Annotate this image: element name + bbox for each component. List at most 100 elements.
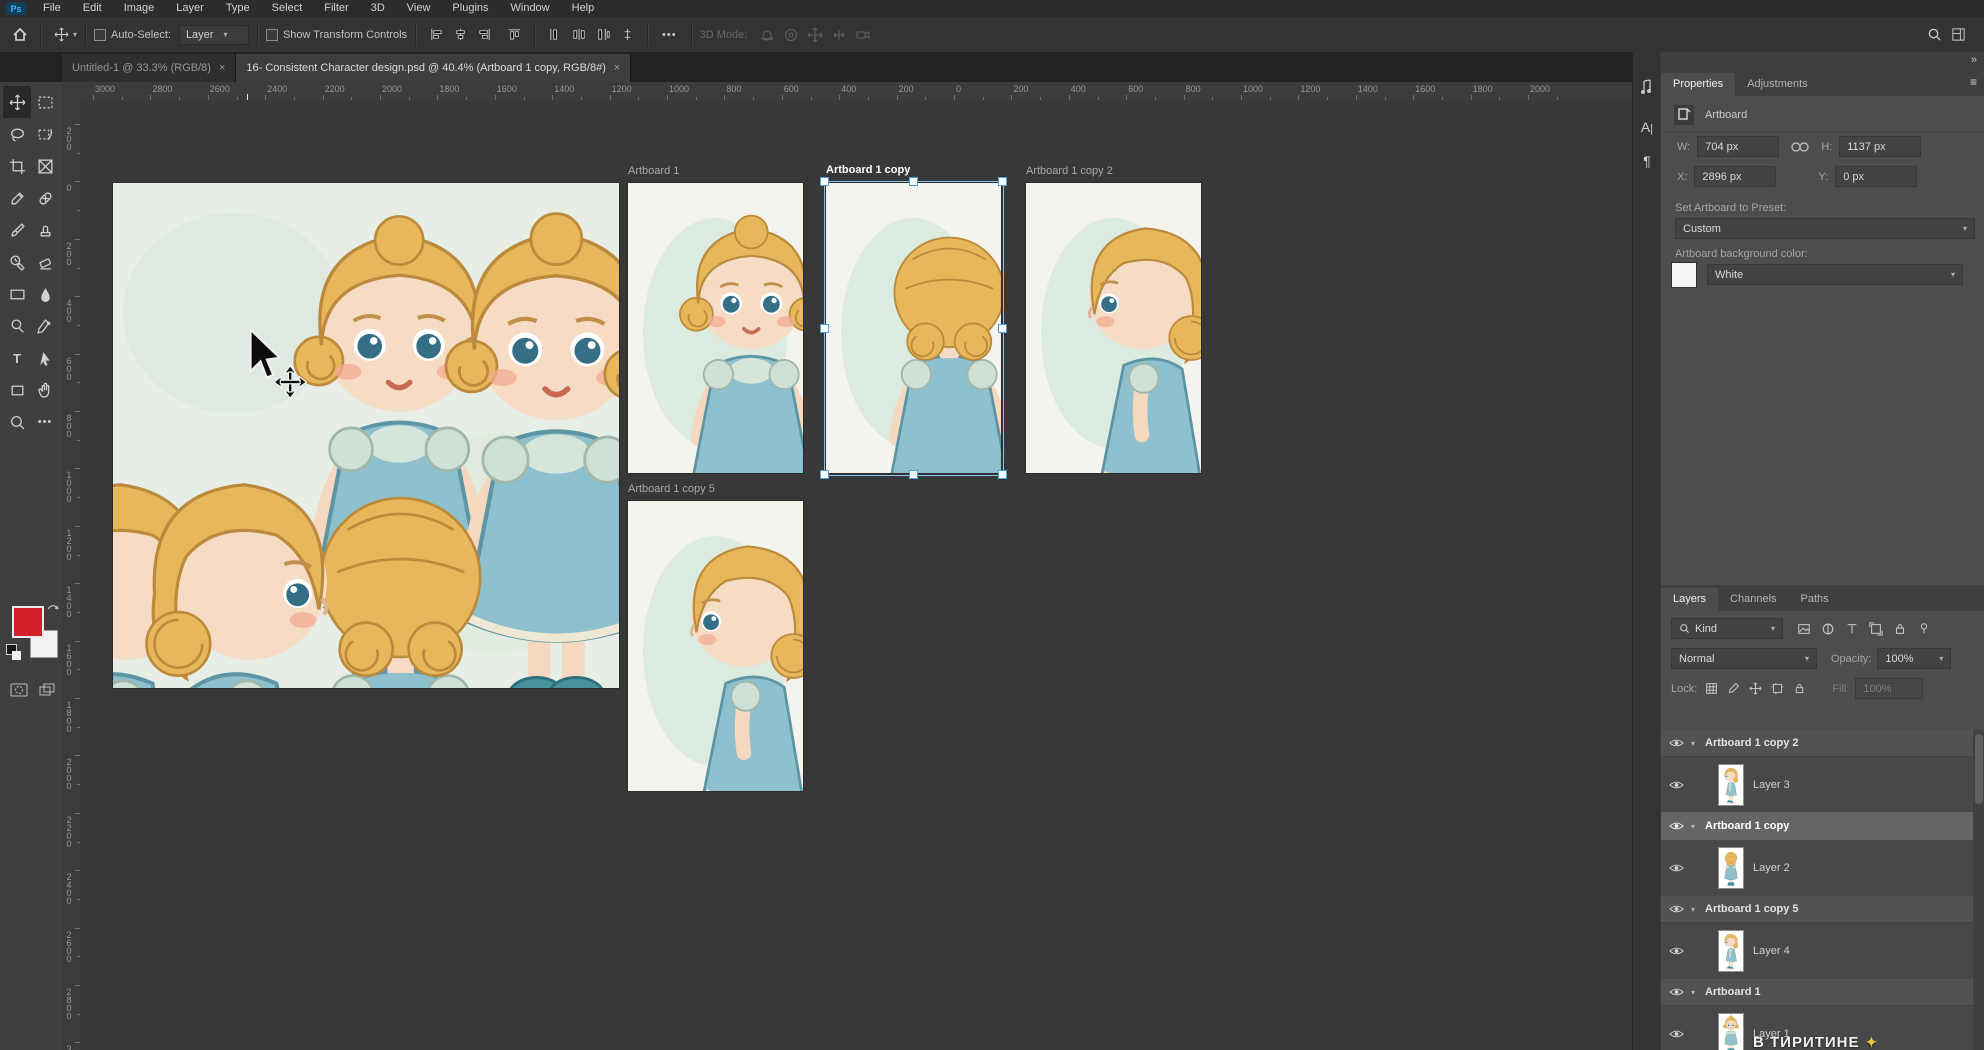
- scrollbar-thumb[interactable]: [1975, 734, 1983, 804]
- selection-handle[interactable]: [820, 470, 829, 479]
- selection-handle[interactable]: [909, 177, 918, 186]
- history-brush-tool[interactable]: [3, 246, 31, 278]
- filter-shape-layers-icon[interactable]: [1869, 622, 1883, 636]
- preset-dropdown[interactable]: Custom▾: [1675, 218, 1975, 239]
- dodge-tool[interactable]: [3, 310, 31, 342]
- filter-type-layers-icon[interactable]: [1845, 622, 1859, 636]
- artboard-label[interactable]: Artboard 1: [628, 165, 679, 177]
- menu-image[interactable]: Image: [113, 0, 166, 17]
- menu-window[interactable]: Window: [500, 0, 561, 17]
- selection-handle[interactable]: [820, 324, 829, 333]
- menu-help[interactable]: Help: [561, 0, 606, 17]
- layers-scrollbar[interactable]: [1973, 730, 1984, 1050]
- height-field[interactable]: 1137 px: [1839, 136, 1921, 157]
- character-panel-icon[interactable]: A|: [1633, 114, 1661, 140]
- layer-row-artboard-1-copy-2[interactable]: ▾ Artboard 1 copy 2: [1661, 730, 1973, 757]
- menu-plugins[interactable]: Plugins: [441, 0, 499, 17]
- visibility-eye-icon[interactable]: [1661, 946, 1691, 956]
- gradient-tool[interactable]: [3, 278, 31, 310]
- panel-menu-icon[interactable]: ≡: [1970, 77, 1977, 87]
- document-tab-character-design[interactable]: 16- Consistent Character design.psd @ 40…: [236, 54, 631, 82]
- layer-row-artboard-1-copy-selected[interactable]: ▾ Artboard 1 copy: [1661, 812, 1973, 840]
- filter-smart-objects-icon[interactable]: [1893, 622, 1907, 636]
- menu-select[interactable]: Select: [261, 0, 314, 17]
- align-left-edges-icon[interactable]: [424, 23, 448, 47]
- rectangle-tool[interactable]: [3, 374, 31, 406]
- layer-row-layer-2[interactable]: Layer 2: [1661, 840, 1973, 895]
- menu-view[interactable]: View: [396, 0, 442, 17]
- lock-transparent-icon[interactable]: [1705, 682, 1718, 695]
- hand-tool[interactable]: [31, 374, 59, 406]
- healing-brush-tool[interactable]: [31, 182, 59, 214]
- group-chevron-icon[interactable]: ▾: [1691, 822, 1695, 831]
- opacity-field[interactable]: 100%▾: [1877, 648, 1951, 669]
- pen-tool[interactable]: [31, 310, 59, 342]
- distribute-top-edges-icon[interactable]: [543, 23, 567, 47]
- lock-image-icon[interactable]: [1727, 682, 1740, 695]
- marquee-tool[interactable]: [31, 86, 59, 118]
- distribute-bottom-edges-icon[interactable]: [591, 23, 615, 47]
- selection-handle[interactable]: [820, 177, 829, 186]
- filter-pixel-layers-icon[interactable]: [1797, 622, 1811, 636]
- path-selection-tool[interactable]: [31, 342, 59, 374]
- menu-filter[interactable]: Filter: [313, 0, 359, 17]
- auto-select-checkbox[interactable]: [94, 29, 106, 41]
- paragraph-panel-icon[interactable]: ¶: [1633, 148, 1661, 174]
- layer-row-layer-3[interactable]: Layer 3: [1661, 757, 1973, 812]
- selection-handle[interactable]: [909, 470, 918, 479]
- crop-tool[interactable]: [3, 150, 31, 182]
- artboard-label[interactable]: Artboard 1 copy 5: [628, 483, 715, 495]
- foreground-color-swatch[interactable]: [12, 606, 44, 638]
- y-field[interactable]: 0 px: [1835, 166, 1917, 187]
- tab-adjustments[interactable]: Adjustments: [1735, 73, 1820, 96]
- width-field[interactable]: 704 px: [1697, 136, 1779, 157]
- align-right-edges-icon[interactable]: [472, 23, 496, 47]
- libraries-panel-icon[interactable]: [1633, 74, 1661, 100]
- menu-file[interactable]: File: [32, 0, 72, 17]
- artboard-label[interactable]: Artboard 1 copy 2: [1026, 165, 1113, 177]
- home-icon[interactable]: [8, 23, 32, 47]
- photoshop-logo[interactable]: Ps: [6, 2, 26, 15]
- visibility-eye-icon[interactable]: [1661, 780, 1691, 790]
- visibility-eye-icon[interactable]: [1661, 821, 1691, 831]
- eyedropper-tool[interactable]: [3, 182, 31, 214]
- group-chevron-icon[interactable]: ▾: [1691, 988, 1695, 997]
- close-tab-icon[interactable]: ×: [219, 62, 225, 74]
- distribute-horizontal-centers-icon[interactable]: [567, 23, 591, 47]
- align-top-edges-icon[interactable]: [502, 23, 526, 47]
- visibility-eye-icon[interactable]: [1661, 863, 1691, 873]
- selection-handle[interactable]: [998, 470, 1007, 479]
- tool-preset-chevron-icon[interactable]: ▾: [73, 30, 77, 39]
- lock-all-icon[interactable]: [1793, 682, 1806, 695]
- artboard-bg-dropdown[interactable]: White▾: [1707, 264, 1963, 285]
- lock-artboard-icon[interactable]: [1771, 682, 1784, 695]
- group-chevron-icon[interactable]: ▾: [1691, 739, 1695, 748]
- workspace-switcher-icon[interactable]: [1946, 23, 1970, 47]
- search-icon[interactable]: [1922, 23, 1946, 47]
- filter-toggle-icon[interactable]: [1917, 622, 1931, 636]
- quick-mask-icon[interactable]: [10, 682, 28, 698]
- menu-edit[interactable]: Edit: [72, 0, 113, 17]
- blur-tool[interactable]: [31, 278, 59, 310]
- layer-thumbnail[interactable]: [1719, 848, 1743, 888]
- document-tab-untitled[interactable]: Untitled-1 @ 33.3% (RGB/8) ×: [62, 54, 236, 82]
- auto-select-target-dropdown[interactable]: Layer▾: [179, 25, 249, 45]
- menu-3d[interactable]: 3D: [360, 0, 396, 17]
- close-tab-icon[interactable]: ×: [614, 62, 620, 74]
- artboard-1-copy-5[interactable]: [628, 501, 803, 791]
- menu-layer[interactable]: Layer: [165, 0, 215, 17]
- move-tool-options-icon[interactable]: [49, 23, 73, 47]
- layer-thumbnail[interactable]: [1719, 931, 1743, 971]
- selection-handle[interactable]: [998, 177, 1007, 186]
- lasso-tool[interactable]: [3, 118, 31, 150]
- object-selection-tool[interactable]: [31, 118, 59, 150]
- tab-layers[interactable]: Layers: [1661, 588, 1718, 611]
- group-chevron-icon[interactable]: ▾: [1691, 905, 1695, 914]
- align-horizontal-centers-icon[interactable]: [448, 23, 472, 47]
- visibility-eye-icon[interactable]: [1661, 1029, 1691, 1039]
- eraser-tool[interactable]: [31, 246, 59, 278]
- selection-handle[interactable]: [998, 324, 1007, 333]
- filter-adjustment-layers-icon[interactable]: [1821, 622, 1835, 636]
- x-field[interactable]: 2896 px: [1694, 166, 1776, 187]
- zoom-tool[interactable]: [3, 406, 31, 438]
